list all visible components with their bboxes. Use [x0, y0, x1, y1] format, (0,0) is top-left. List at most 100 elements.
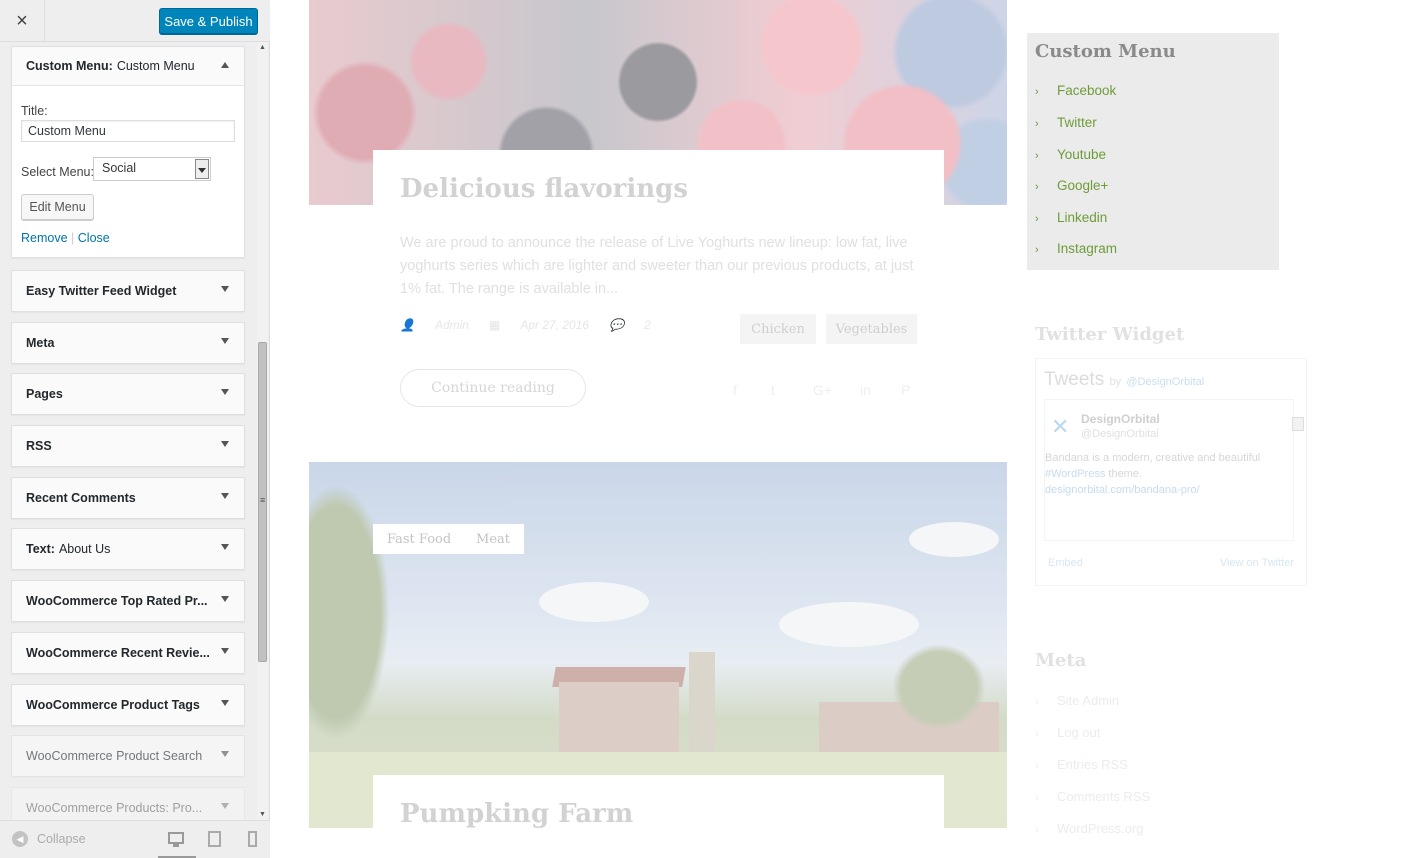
facebook-icon[interactable]: f [733, 382, 737, 398]
scroll-down-icon[interactable]: ▼ [259, 811, 266, 818]
widget-item[interactable]: Meta [11, 322, 245, 364]
timeline-scrollbar[interactable] [1292, 403, 1304, 535]
meta-link[interactable]: › Log out [1035, 725, 1100, 740]
widget-custom-menu-header[interactable]: Custom Menu: Custom Menu [12, 47, 244, 86]
widget-item[interactable]: WooCommerce Top Rated Pr... [11, 580, 245, 622]
post-tag[interactable]: Fast Food [373, 524, 466, 554]
menu-item[interactable]: › Youtube [1035, 147, 1106, 162]
menu-item-label[interactable]: Twitter [1057, 115, 1097, 130]
close-customizer-button[interactable]: × [0, 0, 45, 42]
tweet-handle[interactable]: @DesignOrbital [1081, 428, 1159, 440]
embed-link[interactable]: Embed [1048, 557, 1083, 569]
meta-link[interactable]: › WordPress.org [1035, 821, 1143, 836]
meta-link-label[interactable]: Comments RSS [1057, 789, 1150, 804]
collapse-icon[interactable]: ◀ [12, 831, 28, 847]
save-publish-button[interactable]: Save & Publish [159, 8, 258, 34]
post-author[interactable]: Admin [435, 318, 469, 332]
scrollbar-thumb[interactable]: ≡ [258, 342, 267, 662]
tweet-author[interactable]: DesignOrbital [1081, 412, 1160, 426]
avatar[interactable]: ✕ [1051, 414, 1069, 440]
tweet: ✕ DesignOrbital @DesignOrbital Bandana i… [1044, 399, 1294, 541]
linkedin-icon[interactable]: in [860, 382, 871, 398]
google-plus-icon[interactable]: G+ [813, 382, 832, 398]
scrollbar-thumb[interactable] [1292, 417, 1304, 431]
widget-item[interactable]: WooCommerce Recent Revie... [11, 632, 245, 674]
widget-item[interactable]: WooCommerce Products: Pro... [11, 787, 245, 820]
pinterest-icon[interactable]: P [901, 382, 910, 398]
meta-link-label[interactable]: WordPress.org [1057, 821, 1143, 836]
widget-item[interactable]: Text: About Us [11, 528, 245, 570]
tablet-preview-icon[interactable] [208, 831, 221, 847]
menu-item[interactable]: › Google+ [1035, 178, 1108, 193]
widget-title: Meta [26, 336, 55, 350]
meta-link-label[interactable]: Log out [1057, 725, 1100, 740]
title-input[interactable]: Custom Menu [21, 120, 235, 142]
post-title[interactable]: Delicious flavorings [400, 174, 688, 204]
post-comments[interactable]: 2 [644, 318, 651, 332]
tweet-link[interactable]: designorbital.com/bandana-pro/ [1045, 484, 1200, 496]
menu-item[interactable]: › Instagram [1035, 241, 1117, 256]
collapse-arrow-icon[interactable] [221, 62, 229, 68]
meta-link-label[interactable]: Site Admin [1057, 693, 1119, 708]
chevron-right-icon: › [1035, 728, 1039, 740]
menu-item[interactable]: › Facebook [1035, 83, 1116, 98]
continue-reading-button[interactable]: Continue reading [400, 369, 586, 407]
chevron-down-icon[interactable] [195, 159, 209, 179]
twitter-icon[interactable]: t [771, 382, 775, 398]
widget-title: WooCommerce Product Tags [26, 698, 200, 712]
remove-link[interactable]: Remove [21, 231, 68, 245]
expand-arrow-icon[interactable] [221, 700, 229, 706]
site-preview: Delicious flavorings We are proud to ann… [271, 0, 1409, 858]
widget-item[interactable]: RSS [11, 425, 245, 467]
view-on-twitter-link[interactable]: View on Twitter [1220, 557, 1294, 569]
menu-item[interactable]: › Linkedin [1035, 210, 1107, 225]
customizer-header: × Save & Publish [0, 0, 270, 42]
expand-arrow-icon[interactable] [221, 544, 229, 550]
select-menu-dropdown[interactable]: Social [93, 157, 211, 181]
menu-item-label[interactable]: Instagram [1057, 241, 1117, 256]
widget-item[interactable]: WooCommerce Product Search [11, 735, 245, 777]
post-tag[interactable]: Meat [462, 524, 524, 554]
widget-item[interactable]: WooCommerce Product Tags [11, 684, 245, 726]
scroll-up-icon[interactable]: ▲ [259, 44, 266, 51]
widget-list[interactable]: Custom Menu: Custom Menu Title: Custom M… [0, 42, 270, 820]
mobile-preview-icon[interactable] [248, 831, 257, 847]
expand-arrow-icon[interactable] [221, 493, 229, 499]
expand-arrow-icon[interactable] [221, 441, 229, 447]
tweets-label: Tweets [1044, 369, 1105, 390]
tree [309, 462, 399, 762]
widget-item[interactable]: Pages [11, 373, 245, 415]
meta-link[interactable]: › Site Admin [1035, 693, 1119, 708]
widget-item[interactable]: Easy Twitter Feed Widget [11, 270, 245, 312]
close-link[interactable]: Close [78, 231, 110, 245]
widget-item[interactable]: Recent Comments [11, 477, 245, 519]
post-tag[interactable]: Chicken [740, 314, 816, 344]
meta-link[interactable]: › Comments RSS [1035, 789, 1150, 804]
expand-arrow-icon[interactable] [221, 648, 229, 654]
expand-arrow-icon[interactable] [221, 803, 229, 809]
twitter-timeline: Tweets by @DesignOrbital ✕ DesignOrbital… [1035, 358, 1307, 586]
collapse-label[interactable]: Collapse [37, 832, 86, 846]
menu-item-label[interactable]: Linkedin [1057, 210, 1107, 225]
sidebar-scrollbar[interactable]: ▲ ≡ ▼ [257, 42, 268, 820]
edit-menu-button[interactable]: Edit Menu [21, 194, 94, 220]
hashtag-link[interactable]: #WordPress [1045, 468, 1105, 480]
post-title[interactable]: Pumpking Farm [400, 799, 633, 829]
expand-arrow-icon[interactable] [221, 389, 229, 395]
menu-item-label[interactable]: Youtube [1057, 147, 1106, 162]
expand-arrow-icon[interactable] [221, 751, 229, 757]
menu-item-label[interactable]: Facebook [1057, 83, 1116, 98]
expand-arrow-icon[interactable] [221, 338, 229, 344]
expand-arrow-icon[interactable] [221, 596, 229, 602]
menu-item-label[interactable]: Google+ [1057, 178, 1108, 193]
post-tag[interactable]: Vegetables [826, 314, 917, 344]
cloud [539, 582, 649, 622]
menu-item[interactable]: › Twitter [1035, 115, 1097, 130]
desktop-preview-icon[interactable] [168, 832, 184, 847]
meta-link[interactable]: › Entries RSS [1035, 757, 1128, 772]
customizer-sidebar: × Save & Publish Custom Menu: Custom Men… [0, 0, 270, 858]
meta-link-label[interactable]: Entries RSS [1057, 757, 1128, 772]
expand-arrow-icon[interactable] [221, 286, 229, 292]
profile-link[interactable]: @DesignOrbital [1126, 376, 1204, 388]
widget-title: Easy Twitter Feed Widget [26, 284, 177, 298]
